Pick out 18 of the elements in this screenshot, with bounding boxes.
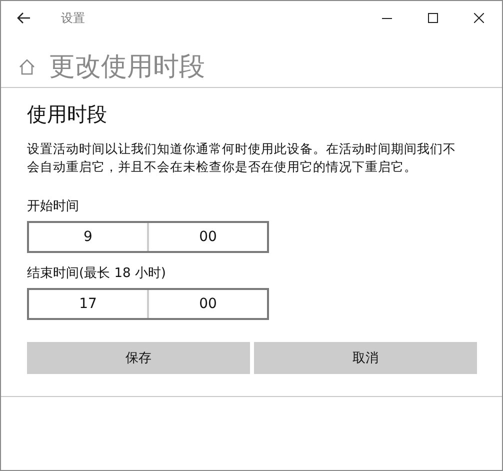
back-arrow-icon [17,11,31,25]
maximize-icon [428,13,438,23]
save-button[interactable]: 保存 [27,342,250,374]
page-heading: 更改使用时段 [49,51,205,84]
hour-field[interactable]: 17 [29,290,147,318]
picker-label: 开始时间 [27,198,80,216]
time-picker[interactable]: 17 00 [27,288,269,320]
dialog-description: 设置活动时间以让我们知道你通常何时使用此设备。在活动时间期间我们不会自动重启它，并且不会在未检查你是否在使用它的情况下重启它。 [27,140,457,176]
dialog-title: 使用时段 [27,101,108,128]
window-title: 设置 [61,10,86,26]
minute-field[interactable]: 00 [147,223,267,251]
picker-label: 结束时间(最长 18 小时) [27,265,167,283]
cancel-button[interactable]: 取消 [254,342,477,374]
time-picker[interactable]: 9 00 [27,221,269,253]
hour-field[interactable]: 9 [29,223,147,251]
minute-field[interactable]: 00 [147,290,267,318]
close-icon [474,13,484,23]
home-icon[interactable] [19,59,35,75]
